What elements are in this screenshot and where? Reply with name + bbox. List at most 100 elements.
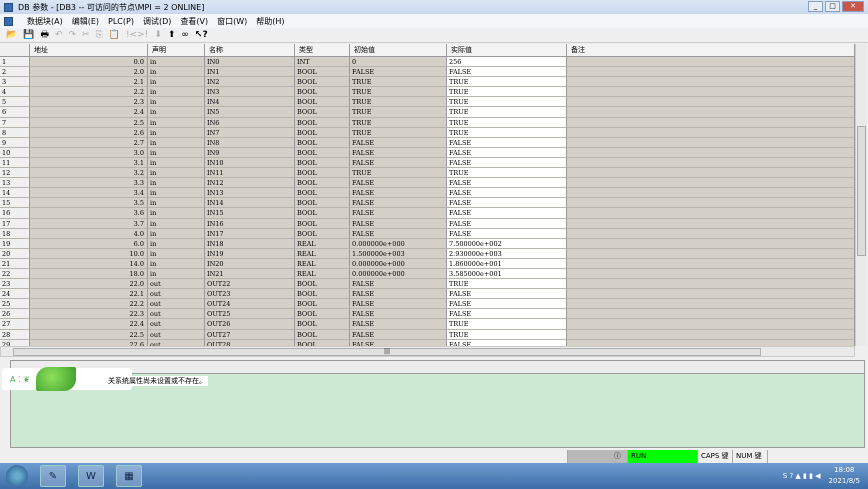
table-row[interactable]: 24 22.1 out OUT23 BOOL FALSE FALSE bbox=[0, 289, 855, 300]
table-row[interactable]: 20 10.0 in IN19 REAL 1.500000e+003 2.930000e+0… bbox=[0, 248, 855, 259]
comment-cell[interactable] bbox=[567, 228, 855, 239]
table-row[interactable]: 7 2.5 in IN6 BOOL TRUE TRUE bbox=[0, 117, 855, 128]
undo-icon[interactable]: ↶ bbox=[55, 30, 63, 40]
tray-icons[interactable]: S ? ▲ ▮ ▮ ◀ bbox=[783, 472, 821, 480]
actual-value-cell[interactable]: TRUE bbox=[447, 319, 567, 330]
taskbar-step7[interactable]: ▦ bbox=[116, 465, 142, 487]
header-actual[interactable]: 实际值 bbox=[447, 44, 567, 57]
help-icon[interactable]: ↖? bbox=[195, 30, 208, 40]
taskbar-word[interactable]: W bbox=[78, 465, 104, 487]
table-row[interactable]: 5 2.3 in IN4 BOOL TRUE TRUE bbox=[0, 97, 855, 108]
comment-cell[interactable] bbox=[567, 67, 855, 78]
start-button[interactable] bbox=[6, 465, 28, 487]
menu-view[interactable]: 查看(V) bbox=[180, 16, 208, 27]
table-row[interactable]: 23 22.0 out OUT22 BOOL FALSE TRUE bbox=[0, 279, 855, 290]
comment-cell[interactable] bbox=[567, 279, 855, 290]
actual-value-cell[interactable]: FALSE bbox=[447, 289, 567, 300]
vertical-scrollbar[interactable] bbox=[855, 44, 867, 346]
header-type[interactable]: 类型 bbox=[295, 44, 350, 57]
table-row[interactable]: 10 3.0 in IN9 BOOL FALSE FALSE bbox=[0, 147, 855, 158]
actual-value-cell[interactable]: 2.930000e+003 bbox=[447, 248, 567, 259]
header-name[interactable]: 名称 bbox=[205, 44, 295, 57]
actual-value-cell[interactable]: 1.860000e+001 bbox=[447, 258, 567, 269]
table-row[interactable]: 18 4.0 in IN17 BOOL FALSE FALSE bbox=[0, 228, 855, 239]
actual-value-cell[interactable]: FALSE bbox=[447, 67, 567, 78]
table-row[interactable]: 1 0.0 in IN0 INT 0 256 bbox=[0, 57, 855, 68]
menu-window[interactable]: 窗口(W) bbox=[217, 16, 247, 27]
open-icon[interactable]: 📂 bbox=[6, 30, 17, 40]
menu-help[interactable]: 帮助(H) bbox=[256, 16, 284, 27]
menu-debug[interactable]: 调试(D) bbox=[143, 16, 171, 27]
monitor-icon[interactable]: ∞ bbox=[181, 30, 189, 40]
table-row[interactable]: 11 3.1 in IN10 BOOL FALSE FALSE bbox=[0, 157, 855, 169]
table-row[interactable]: 15 3.5 in IN14 BOOL FALSE FALSE bbox=[0, 198, 855, 209]
actual-value-cell[interactable]: FALSE bbox=[447, 309, 567, 320]
table-row[interactable]: 26 22.3 out OUT25 BOOL FALSE FALSE bbox=[0, 309, 855, 320]
comment-cell[interactable] bbox=[567, 258, 855, 269]
comment-cell[interactable] bbox=[567, 218, 855, 229]
actual-value-cell[interactable]: FALSE bbox=[447, 137, 567, 148]
actual-value-cell[interactable]: FALSE bbox=[447, 157, 567, 169]
minimize-button[interactable]: _ bbox=[808, 1, 823, 12]
actual-value-cell[interactable]: TRUE bbox=[447, 117, 567, 128]
comment-cell[interactable] bbox=[567, 107, 855, 118]
comment-cell[interactable] bbox=[567, 329, 855, 340]
table-row[interactable]: 6 2.4 in IN5 BOOL TRUE TRUE bbox=[0, 107, 855, 118]
header-declaration[interactable]: 声明 bbox=[148, 44, 205, 57]
comment-cell[interactable] bbox=[567, 87, 855, 98]
compare-icon[interactable]: !<>! bbox=[126, 30, 148, 40]
actual-value-cell[interactable]: TRUE bbox=[447, 107, 567, 118]
actual-value-cell[interactable]: 7.500000e+002 bbox=[447, 238, 567, 249]
close-button[interactable]: ✕ bbox=[842, 1, 864, 12]
table-row[interactable]: 13 3.3 in IN12 BOOL FALSE FALSE bbox=[0, 178, 855, 189]
comment-cell[interactable] bbox=[567, 238, 855, 249]
header-address[interactable]: 地址 bbox=[30, 44, 148, 57]
comment-cell[interactable] bbox=[567, 168, 855, 179]
comment-cell[interactable] bbox=[567, 77, 855, 88]
taskbar-app-1[interactable]: ✎ bbox=[40, 465, 66, 487]
table-row[interactable]: 21 14.0 in IN20 REAL 0.000000e+000 1.860000e+0… bbox=[0, 258, 855, 269]
upload-icon[interactable]: ⬆ bbox=[168, 30, 176, 40]
comment-cell[interactable] bbox=[567, 319, 855, 330]
save-icon[interactable]: 💾 bbox=[23, 30, 34, 40]
header-initial[interactable]: 初始值 bbox=[350, 44, 447, 57]
table-row[interactable]: 16 3.6 in IN15 BOOL FALSE FALSE bbox=[0, 208, 855, 219]
actual-value-cell[interactable]: 3.585000e+001 bbox=[447, 268, 567, 280]
comment-cell[interactable] bbox=[567, 309, 855, 320]
table-row[interactable]: 9 2.7 in IN8 BOOL FALSE FALSE bbox=[0, 137, 855, 148]
actual-value-cell[interactable]: FALSE bbox=[447, 178, 567, 189]
print-icon[interactable]: 🖶 bbox=[40, 27, 49, 43]
actual-value-cell[interactable]: FALSE bbox=[447, 198, 567, 209]
download-icon[interactable]: ⬇ bbox=[154, 30, 162, 40]
table-row[interactable]: 8 2.6 in IN7 BOOL TRUE TRUE bbox=[0, 127, 855, 138]
actual-value-cell[interactable]: TRUE bbox=[447, 279, 567, 290]
table-row[interactable]: 19 6.0 in IN18 REAL 0.000000e+000 7.500000e+00… bbox=[0, 238, 855, 249]
menu-plc[interactable]: PLC(P) bbox=[108, 17, 134, 26]
maximize-button[interactable]: □ bbox=[825, 1, 840, 12]
doc-icon[interactable] bbox=[4, 16, 13, 26]
table-row[interactable]: 25 22.2 out OUT24 BOOL FALSE FALSE bbox=[0, 299, 855, 310]
table-row[interactable]: 27 22.4 out OUT26 BOOL FALSE TRUE bbox=[0, 319, 855, 330]
table-row[interactable]: 22 18.0 in IN21 REAL 0.000000e+000 3.585000e+0… bbox=[0, 268, 855, 280]
comment-cell[interactable] bbox=[567, 289, 855, 300]
comment-cell[interactable] bbox=[567, 208, 855, 219]
comment-cell[interactable] bbox=[567, 147, 855, 158]
copy-icon[interactable]: ⎘ bbox=[96, 30, 103, 40]
header-comment[interactable]: 备注 bbox=[567, 44, 855, 57]
comment-cell[interactable] bbox=[567, 127, 855, 138]
comment-cell[interactable] bbox=[567, 188, 855, 199]
actual-value-cell[interactable]: TRUE bbox=[447, 329, 567, 340]
clock[interactable]: 18:08 2021/8/5 bbox=[829, 465, 860, 487]
paste-icon[interactable]: 📋 bbox=[109, 30, 120, 40]
actual-value-cell[interactable]: TRUE bbox=[447, 77, 567, 88]
menu-edit[interactable]: 编辑(E) bbox=[72, 16, 99, 27]
actual-value-cell[interactable]: FALSE bbox=[447, 147, 567, 158]
actual-value-cell[interactable]: TRUE bbox=[447, 127, 567, 138]
menu-data-block[interactable]: 数据块(A) bbox=[27, 16, 63, 27]
actual-value-cell[interactable]: TRUE bbox=[447, 97, 567, 108]
actual-value-cell[interactable]: FALSE bbox=[447, 188, 567, 199]
actual-value-cell[interactable]: FALSE bbox=[447, 228, 567, 239]
table-row[interactable]: 17 3.7 in IN16 BOOL FALSE FALSE bbox=[0, 218, 855, 229]
actual-value-cell[interactable]: TRUE bbox=[447, 87, 567, 98]
table-row[interactable]: 4 2.2 in IN3 BOOL TRUE TRUE bbox=[0, 87, 855, 98]
